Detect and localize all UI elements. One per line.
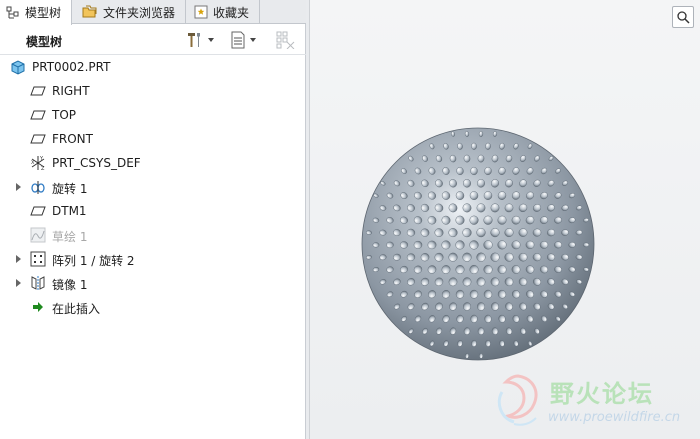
tab-model-tree[interactable]: 模型树 [0, 0, 72, 25]
dimple [465, 353, 469, 359]
graphics-viewport[interactable]: 野火论坛 www.proewildfire.cn [310, 0, 700, 439]
chevron-down-icon [250, 38, 256, 42]
tree-root-part[interactable]: PRT0002.PRT [0, 56, 300, 78]
part-icon [11, 60, 25, 75]
pattern-icon [30, 251, 46, 267]
tree-item-label: 草绘 1 [52, 230, 88, 244]
tree-item-label: TOP [52, 108, 77, 122]
tree-item-prt-csys-def[interactable]: Y X Z PRT_CSYS_DEF [0, 152, 300, 174]
tree-item-label: 阵列 1 / 旋转 2 [52, 254, 135, 268]
tree-item-label: PRT0002.PRT [32, 60, 111, 74]
navigator-tab-bar: 模型树 文件夹浏览器 收藏夹 [0, 0, 306, 25]
tab-folder-browser[interactable]: 文件夹浏览器 [76, 0, 186, 24]
tree-item-label: 在此插入 [52, 302, 101, 316]
tree-item-sketch-1[interactable]: 草绘 1 [0, 224, 300, 246]
datum-plane-icon [30, 86, 46, 96]
tree-item-pattern-1[interactable]: 阵列 1 / 旋转 2 [0, 248, 300, 270]
dimple [497, 240, 507, 250]
watermark-url: www.proewildfire.cn [548, 410, 681, 425]
svg-text:Z: Z [41, 166, 45, 171]
dimple [478, 131, 484, 137]
tree-item-insert-here[interactable]: 在此插入 [0, 296, 300, 318]
sketch-icon [30, 227, 46, 243]
forum-watermark: 野火论坛 www.proewildfire.cn [490, 372, 700, 436]
dimple [477, 154, 485, 163]
expand-arrow-icon[interactable] [16, 279, 21, 287]
dimple [485, 339, 491, 347]
dimple [477, 179, 485, 188]
dimple [575, 229, 583, 236]
tree-item-label: PRT_CSYS_DEF [52, 156, 141, 170]
dimple [582, 242, 590, 248]
tree-item-label: DTM1 [52, 204, 87, 218]
dimple [511, 240, 521, 250]
datum-plane-icon [30, 134, 46, 144]
dimple [470, 314, 478, 323]
coordinate-system-icon: Y X Z [31, 156, 45, 171]
tree-item-front[interactable]: FRONT [0, 128, 300, 150]
dimple [471, 142, 477, 150]
dimple [386, 241, 394, 249]
tree-show-button[interactable] [230, 29, 256, 51]
datum-plane-icon [30, 110, 46, 120]
tree-item-dtm1[interactable]: DTM1 [0, 200, 300, 222]
tree-item-mirror-1[interactable]: 镜像 1 [0, 272, 300, 294]
tree-filter-icon [276, 31, 295, 49]
tools-icon [188, 33, 200, 47]
list-settings-icon [231, 31, 245, 49]
tree-filter-button[interactable] [276, 29, 296, 51]
dimple [470, 166, 478, 176]
tree-item-label: 镜像 1 [52, 278, 88, 292]
svg-text:X: X [31, 160, 35, 166]
dimple [471, 339, 477, 347]
dimple [366, 230, 372, 235]
watermark-logo-icon [497, 374, 538, 426]
folder-browser-icon [82, 5, 97, 18]
dimple [372, 242, 380, 248]
datum-plane-icon [30, 206, 46, 216]
tab-label: 模型树 [25, 6, 62, 20]
model-tree-icon [6, 6, 19, 18]
tree-item-right[interactable]: RIGHT [0, 80, 300, 102]
tree-settings-button[interactable] [186, 29, 214, 51]
model-tree-toolbar: 模型树 [0, 25, 306, 55]
tree-item-label: 旋转 1 [52, 182, 88, 196]
dimple [455, 240, 465, 250]
dimple [441, 240, 451, 250]
tree-item-revolve-1[interactable]: 旋转 1 [0, 176, 300, 198]
chevron-down-icon [208, 38, 214, 42]
revolve-icon [31, 181, 45, 194]
viewport-search-button[interactable] [672, 6, 694, 28]
tab-label: 文件夹浏览器 [103, 5, 176, 20]
mirror-icon [31, 276, 45, 290]
dimple [464, 131, 470, 137]
zoom-search-icon [677, 11, 690, 24]
dimple [477, 302, 485, 311]
dimple [568, 241, 576, 248]
model-tree-title: 模型树 [26, 35, 63, 49]
expand-arrow-icon[interactable] [16, 255, 21, 263]
watermark-text: 野火论坛 [550, 380, 654, 408]
tree-item-top[interactable]: TOP [0, 104, 300, 126]
navigator-panel: 模型树 文件夹浏览器 收藏夹 模型树 PRT0002.PRT RIGHT TOP… [0, 0, 306, 439]
dimple [479, 352, 483, 359]
dimple [485, 142, 491, 150]
dimple [477, 327, 485, 335]
tab-favorites[interactable]: 收藏夹 [188, 0, 260, 24]
tab-label: 收藏夹 [213, 5, 250, 20]
dimple [554, 241, 562, 249]
insert-here-arrow-icon [33, 302, 43, 312]
favorites-icon [194, 5, 208, 19]
expand-arrow-icon[interactable] [16, 183, 21, 191]
tree-item-label: RIGHT [52, 84, 90, 98]
golf-ball-model[interactable] [360, 126, 596, 362]
tree-item-label: FRONT [52, 132, 93, 146]
